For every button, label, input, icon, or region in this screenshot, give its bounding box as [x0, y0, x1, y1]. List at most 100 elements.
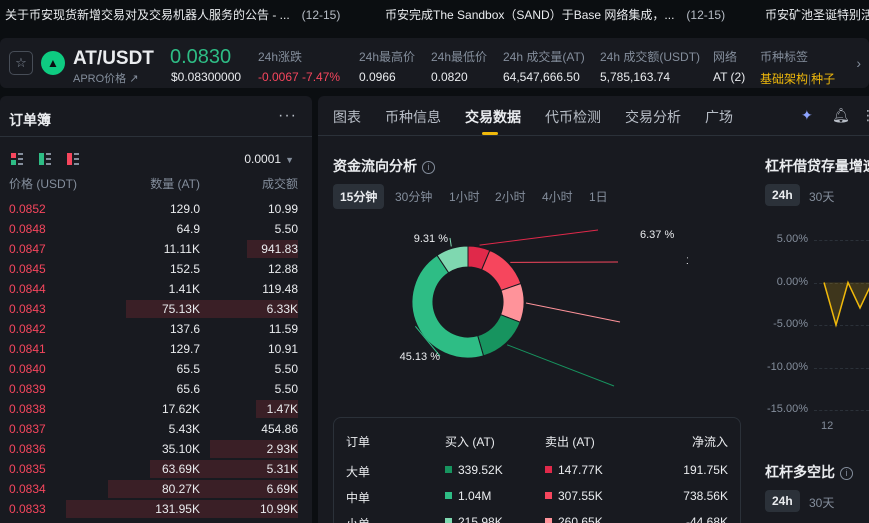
legend-swatch [545, 492, 552, 499]
announcement-date: (12-15) [686, 8, 726, 22]
tab-trading-data[interactable]: 交易数据 [465, 107, 521, 127]
long-short-title-text: 杠杆多空比 [765, 464, 835, 480]
coin-price-label: APRO价格 [73, 73, 127, 85]
orderbook-ask-row[interactable]: 0.0852 129.0 10.99 [0, 199, 312, 219]
tag-seed[interactable]: 种子 [811, 72, 835, 86]
ask-price: 0.0839 [9, 382, 46, 396]
chevron-right-icon[interactable]: › [856, 55, 861, 71]
favorite-star-icon[interactable]: ☆ [9, 51, 33, 75]
ask-amount: 64.9 [176, 222, 200, 236]
row-type: 小单 [346, 515, 370, 523]
ask-amount: 75.13K [161, 302, 200, 316]
y-tick-label: -10.00% [767, 360, 808, 373]
capital-flow-table: 订单 买入 (AT) 卖出 (AT) 净流入 大单 339.52K 147.77… [333, 417, 741, 523]
tab-trade-analysis[interactable]: 交易分析 [625, 107, 681, 127]
ask-total: 5.50 [274, 222, 298, 236]
orderbook-ask-row[interactable]: 0.0838 17.62K 1.47K [0, 399, 312, 419]
ls-period-24h[interactable]: 24h [765, 490, 800, 512]
announcement-link[interactable]: 关于币安现货新增交易对及交易机器人服务的公告 - ... (12-15) [5, 6, 340, 23]
volume-label: 24h 成交量(AT) [503, 50, 585, 64]
ai-sparkle-icon[interactable]: ✦ [801, 107, 813, 124]
row-type: 大单 [346, 465, 371, 479]
tab-bar: 图表 币种信息 交易数据 代币检测 交易分析 广场 ✦ 🔔︎ ⋮ [318, 96, 869, 136]
legend-swatch [445, 492, 452, 499]
donut-slice-label: 13.27 % [686, 255, 688, 267]
orderbook-ask-row[interactable]: 0.0840 65.5 5.50 [0, 359, 312, 379]
orderbook-ask-row[interactable]: 0.0841 129.7 10.91 [0, 339, 312, 359]
legend-swatch [545, 518, 552, 523]
orderbook-ask-row[interactable]: 0.0835 63.69K 5.31K [0, 459, 312, 479]
bell-icon[interactable]: 🔔︎ [832, 107, 850, 124]
donut-leader-line [479, 229, 599, 246]
tag-label: 币种标签 [760, 50, 809, 64]
volume-value: 64,547,666.50 [503, 70, 580, 84]
donut-slice[interactable] [480, 249, 522, 292]
ask-amount: 129.7 [169, 342, 200, 356]
tab-coin-info[interactable]: 币种信息 [385, 107, 441, 127]
info-icon[interactable]: i [422, 161, 435, 174]
ask-amount: 129.0 [169, 202, 200, 216]
ask-amount: 131.95K [155, 502, 200, 516]
header-net-inflow: 净流入 [691, 435, 728, 449]
tab-square[interactable]: 广场 [705, 107, 733, 127]
tick-size-select[interactable]: 0.0001 ▼ [244, 152, 294, 166]
row-sell: 307.55K [545, 489, 603, 503]
announcement-link[interactable]: 币安完成The Sandbox（SAND）于Base 网络集成，... (12-1… [385, 6, 725, 23]
low-value: 0.0820 [431, 70, 468, 84]
ask-total: 10.99K [259, 502, 298, 516]
margin-period-30d[interactable]: 30天 [809, 188, 834, 205]
change-value: -0.0067 -7.47% [258, 70, 341, 84]
orderbook-ask-row[interactable]: 0.0848 64.9 5.50 [0, 219, 312, 239]
row-buy: 1.04M [445, 489, 491, 503]
ask-total: 5.50 [274, 362, 298, 376]
header-sell: 卖出 (AT) [545, 435, 595, 449]
more-icon[interactable]: ⋮ [861, 107, 869, 124]
trading-data-panel: 图表 币种信息 交易数据 代币检测 交易分析 广场 ✦ 🔔︎ ⋮ 资金流向分析 i… [318, 96, 869, 523]
orderbook-ask-row[interactable]: 0.0847 11.11K 941.83 [0, 239, 312, 259]
margin-period-24h[interactable]: 24h [765, 184, 800, 206]
ls-period-30d[interactable]: 30天 [809, 494, 834, 511]
view-bids-icon[interactable] [39, 153, 51, 165]
donut-slice[interactable] [477, 314, 521, 357]
ask-price: 0.0834 [9, 482, 46, 496]
legend-swatch [545, 466, 552, 473]
orderbook-ask-row[interactable]: 0.0839 65.6 5.50 [0, 379, 312, 399]
more-options-icon[interactable]: ··· [278, 107, 297, 125]
pair-name[interactable]: AT/USDT [73, 48, 154, 70]
period-1h[interactable]: 1小时 [449, 188, 480, 205]
tag-infrastructure[interactable]: 基础架构 [760, 72, 808, 86]
info-icon[interactable]: i [840, 467, 853, 480]
high-label: 24h最高价 [359, 50, 416, 64]
y-tick-label: -15.00% [767, 403, 808, 415]
network-value[interactable]: AT (2) [713, 70, 745, 84]
ask-price: 0.0840 [9, 362, 46, 376]
ask-price: 0.0838 [9, 402, 46, 416]
view-asks-icon[interactable] [67, 153, 79, 165]
announcement-link[interactable]: 币安矿池圣诞特别活 [765, 6, 869, 23]
period-15m[interactable]: 15分钟 [333, 184, 385, 209]
ask-amount: 1.41K [168, 282, 200, 296]
orderbook-ask-row[interactable]: 0.0845 152.5 12.88 [0, 259, 312, 279]
period-30m[interactable]: 30分钟 [395, 188, 432, 205]
ask-total: 119.48 [262, 282, 298, 296]
orderbook-ask-row[interactable]: 0.0837 5.43K 454.86 [0, 419, 312, 439]
orderbook-ask-row[interactable]: 0.0836 35.10K 2.93K [0, 439, 312, 459]
orderbook-ask-list: 0.0852 129.0 10.99 0.0848 64.9 5.50 0.0847 11.1… [0, 199, 312, 519]
orderbook-ask-row[interactable]: 0.0844 1.41K 119.48 [0, 279, 312, 299]
header-buy: 买入 (AT) [445, 435, 495, 449]
coin-price-link[interactable]: APRO价格 ↗ [73, 70, 138, 86]
orderbook-ask-row[interactable]: 0.0834 80.27K 6.69K [0, 479, 312, 499]
period-1d[interactable]: 1日 [589, 188, 608, 205]
orderbook-ask-row[interactable]: 0.0842 137.6 11.59 [0, 319, 312, 339]
period-4h[interactable]: 4小时 [542, 188, 573, 205]
view-both-icon[interactable] [11, 153, 23, 165]
tab-token-check[interactable]: 代币检测 [545, 107, 601, 127]
y-tick-label: -5.00% [773, 318, 808, 330]
period-2h[interactable]: 2小时 [495, 188, 526, 205]
tab-chart[interactable]: 图表 [333, 107, 361, 127]
donut-leader-line [525, 302, 621, 323]
orderbook-ask-row[interactable]: 0.0843 75.13K 6.33K [0, 299, 312, 319]
ask-price: 0.0837 [9, 422, 46, 436]
ask-total: 10.99 [267, 202, 298, 216]
orderbook-ask-row[interactable]: 0.0833 131.95K 10.99K [0, 499, 312, 519]
